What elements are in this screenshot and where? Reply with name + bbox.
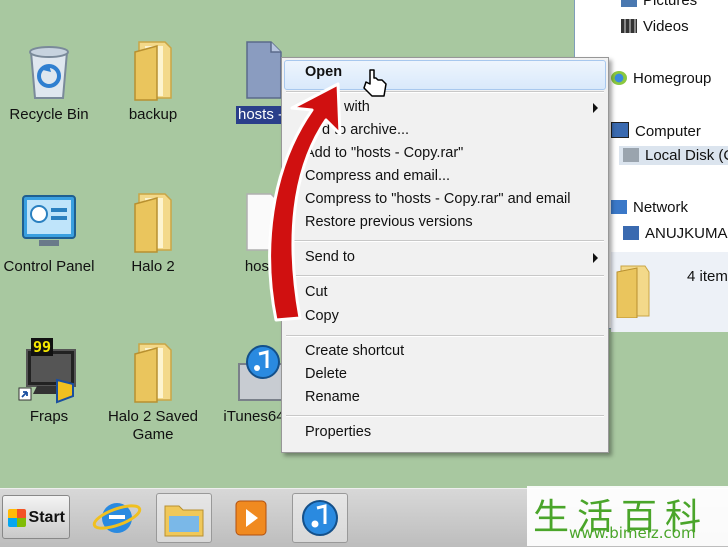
windows-logo-icon — [8, 509, 26, 527]
folder-icon — [164, 505, 204, 537]
taskbar-internet-explorer[interactable] — [90, 493, 144, 541]
hand-cursor-icon — [363, 69, 387, 97]
start-button[interactable]: Start — [2, 495, 70, 539]
media-player-icon — [235, 500, 267, 536]
annotation-arrow-overlay — [268, 69, 387, 322]
internet-explorer-icon — [92, 503, 142, 533]
watermark: 生活百科 www.bimeiz.com — [527, 486, 728, 546]
watermark-url: www.bimeiz.com — [569, 524, 696, 542]
taskbar-media-player[interactable] — [224, 493, 278, 541]
taskbar-itunes[interactable] — [292, 493, 348, 543]
itunes-icon — [302, 500, 338, 536]
red-arrow-icon — [268, 82, 342, 322]
taskbar-windows-explorer[interactable] — [156, 493, 212, 543]
